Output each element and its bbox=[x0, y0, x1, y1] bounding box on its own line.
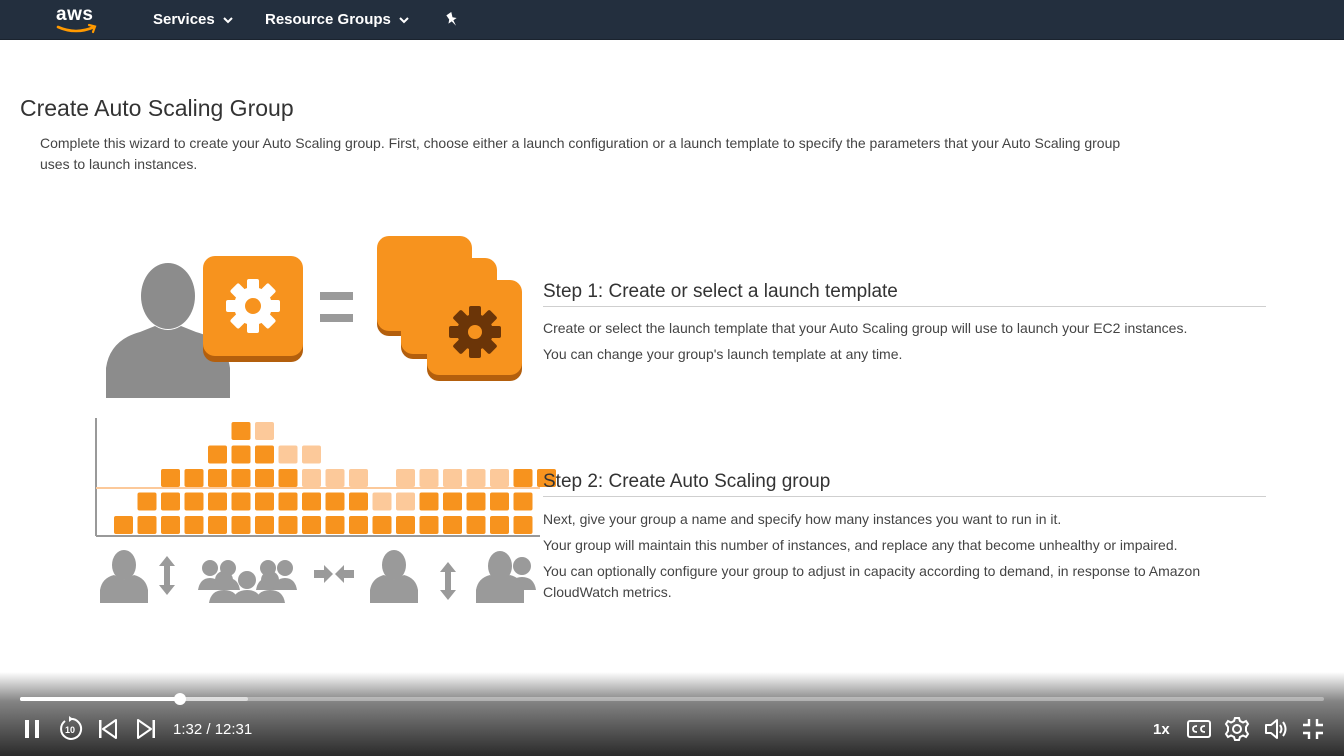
instance-tile bbox=[161, 469, 180, 487]
instance-tile bbox=[255, 492, 274, 511]
instance-tile bbox=[161, 516, 180, 534]
closed-captions-icon[interactable] bbox=[1186, 716, 1212, 742]
instance-tile bbox=[184, 469, 204, 487]
instance-tile bbox=[513, 469, 533, 487]
instance-tile bbox=[325, 492, 345, 511]
progress-fill bbox=[20, 697, 181, 701]
instance-tile bbox=[302, 469, 321, 487]
instance-tile bbox=[137, 516, 157, 534]
collapse-arrows-icon bbox=[314, 565, 354, 583]
step2-divider bbox=[543, 496, 1266, 497]
instance-tile bbox=[231, 516, 251, 534]
vertical-arrows-icon bbox=[159, 556, 175, 595]
instance-tile bbox=[208, 445, 227, 464]
person-icon bbox=[370, 550, 418, 603]
replay-10-icon[interactable]: 10 bbox=[57, 716, 83, 742]
instance-tile bbox=[419, 516, 439, 534]
instance-tile bbox=[184, 492, 204, 511]
instance-tile bbox=[325, 516, 345, 534]
instance-tile bbox=[349, 516, 368, 534]
skip-previous-icon[interactable] bbox=[95, 716, 121, 742]
video-player-controls bbox=[0, 672, 1344, 756]
instance-tile bbox=[466, 492, 486, 511]
playback-speed-button[interactable]: 1x bbox=[1153, 721, 1170, 738]
instance-tile bbox=[396, 516, 415, 534]
instance-tile bbox=[255, 516, 274, 534]
instance-tile bbox=[231, 422, 251, 440]
instance-tile bbox=[443, 516, 462, 534]
instance-tile bbox=[278, 445, 298, 464]
step2-title: Step 2: Create Auto Scaling group bbox=[543, 471, 831, 492]
instance-tile bbox=[184, 516, 204, 534]
group-icon bbox=[476, 551, 536, 603]
instance-tile bbox=[114, 516, 133, 534]
gear-icon bbox=[226, 279, 280, 333]
step2-line3: You can optionally configure your group … bbox=[543, 563, 1201, 600]
person-icon bbox=[100, 550, 148, 603]
instance-tile bbox=[490, 492, 509, 511]
instance-tile bbox=[255, 422, 274, 440]
volume-icon[interactable] bbox=[1263, 716, 1289, 742]
instance-tile bbox=[302, 516, 321, 534]
instance-tile bbox=[208, 492, 227, 511]
instance-tile bbox=[466, 516, 486, 534]
instance-tile bbox=[325, 469, 345, 487]
skip-back-seconds: 10 bbox=[65, 725, 75, 735]
step1-title: Step 1: Create or select a launch templa… bbox=[543, 281, 898, 302]
instance-tile bbox=[208, 469, 227, 487]
instance-tile bbox=[278, 492, 298, 511]
progress-bar[interactable] bbox=[20, 693, 1324, 705]
instance-tile bbox=[349, 492, 368, 511]
instance-tiles bbox=[114, 422, 556, 534]
vertical-arrows-icon bbox=[440, 562, 456, 600]
instance-tile bbox=[278, 516, 298, 534]
instance-tile bbox=[161, 492, 180, 511]
instance-tile bbox=[372, 516, 392, 534]
pause-icon[interactable] bbox=[20, 716, 46, 742]
instance-tile bbox=[278, 469, 298, 487]
exit-fullscreen-icon[interactable] bbox=[1300, 716, 1326, 742]
step1-line2: You can change your group's launch templ… bbox=[543, 346, 903, 362]
instance-tile bbox=[231, 445, 251, 464]
instance-tile bbox=[513, 492, 533, 511]
instance-tile bbox=[137, 492, 157, 511]
instance-tile bbox=[419, 492, 439, 511]
launch-template-stack bbox=[377, 236, 522, 381]
instance-tile bbox=[255, 445, 274, 464]
instance-tile bbox=[419, 469, 439, 487]
settings-icon[interactable] bbox=[1224, 716, 1250, 742]
instance-tile bbox=[490, 469, 509, 487]
instance-tile bbox=[255, 469, 274, 487]
instance-tile bbox=[349, 469, 368, 487]
instance-tile bbox=[443, 492, 462, 511]
instance-tile bbox=[466, 469, 486, 487]
instance-tile bbox=[396, 492, 415, 511]
instance-tile bbox=[208, 516, 227, 534]
instance-tile bbox=[231, 492, 251, 511]
step1-line1: Create or select the launch template tha… bbox=[543, 320, 1188, 336]
time-display: 1:32 / 12:31 bbox=[173, 721, 253, 738]
instance-tile bbox=[396, 469, 415, 487]
instance-tile bbox=[231, 469, 251, 487]
instance-tile bbox=[372, 492, 392, 511]
step2-line1: Next, give your group a name and specify… bbox=[543, 511, 1062, 527]
instance-tile bbox=[490, 516, 509, 534]
instance-tile bbox=[443, 469, 462, 487]
step2-line2: Your group will maintain this number of … bbox=[543, 537, 1178, 553]
step1-divider bbox=[543, 306, 1266, 307]
instance-tile bbox=[302, 492, 321, 511]
group-icon bbox=[198, 560, 297, 603]
gear-icon bbox=[449, 306, 501, 358]
equals-icon bbox=[320, 292, 353, 322]
instance-tile bbox=[513, 516, 533, 534]
instance-tile bbox=[302, 445, 321, 464]
skip-next-icon[interactable] bbox=[133, 716, 159, 742]
